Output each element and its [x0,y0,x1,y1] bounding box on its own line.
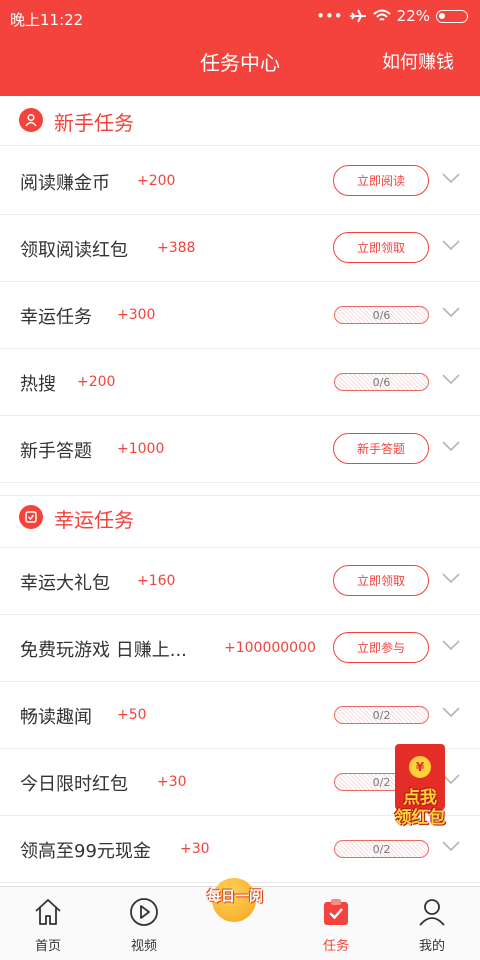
red-packet-label: 点我 领红包 [387,788,453,828]
task-progress: 0/2 [334,840,429,858]
tab-tasks[interactable]: 任务 [288,887,384,960]
task-row: 领取阅读红包 +388 立即领取 [0,215,480,282]
coin-icon: ¥ [409,756,431,778]
task-name: 热搜 [20,374,56,395]
status-icons: ••• 22% [316,7,468,25]
read-now-button[interactable]: 立即阅读 [333,165,429,196]
task-reward: +388 [157,240,196,256]
battery-percent: 22% [396,7,430,25]
task-reward: +160 [137,573,176,589]
task-progress: 0/6 [334,373,429,391]
chevron-down-icon[interactable] [442,373,460,385]
task-name: 领高至99元现金 [20,841,151,862]
airplane-icon [349,9,366,23]
task-row: 免费玩游戏 日赚上... +100000000 立即参与 [0,615,480,682]
task-row: 热搜 +200 0/6 [0,349,480,416]
task-icon [324,899,348,925]
profile-icon [419,899,445,926]
task-name: 阅读赚金币 [20,173,110,194]
task-row: 新手答题 +1000 新手答题 [0,416,480,483]
task-reward: +1000 [117,441,165,457]
task-name: 新手答题 [20,441,92,462]
how-to-earn-link[interactable]: 如何赚钱 [382,48,454,74]
shield-check-icon [19,505,43,529]
task-name: 今日限时红包 [20,774,128,795]
wifi-icon [372,9,391,21]
play-icon [130,898,158,926]
task-name: 免费玩游戏 日赚上... [20,640,187,661]
tab-label: 视频 [130,939,157,954]
task-row: 幸运任务 +300 0/6 [0,282,480,349]
claim-now-button[interactable]: 立即领取 [333,232,429,263]
chevron-down-icon[interactable] [442,639,460,651]
task-reward: +300 [117,307,156,323]
section-title: 幸运任务 [54,508,134,532]
task-name: 畅读趣闻 [20,707,92,728]
task-reward: +30 [157,774,187,790]
daily-read-badge[interactable]: 每日一阅 [200,872,270,922]
red-packet-float-button[interactable]: ¥ 点我 领红包 [387,744,453,830]
red-packet-line2: 领红包 [394,808,446,828]
chevron-down-icon[interactable] [442,239,460,251]
tab-video[interactable]: 视频 [96,887,192,960]
status-time: 晚上11:22 [10,11,84,29]
chevron-down-icon[interactable] [442,572,460,584]
task-row: 幸运大礼包 +160 立即领取 [0,548,480,615]
tab-home[interactable]: 首页 [0,887,96,960]
chevron-down-icon[interactable] [442,440,460,452]
section-newbie-tasks: 新手任务 [0,96,480,146]
task-name: 幸运任务 [20,307,92,328]
tab-label: 我的 [418,939,445,954]
chevron-down-icon[interactable] [442,706,460,718]
chevron-down-icon[interactable] [442,306,460,318]
claim-now-button[interactable]: 立即领取 [333,565,429,596]
task-row: 阅读赚金币 +200 立即阅读 [0,148,480,215]
task-reward: +50 [117,707,147,723]
section-title: 新手任务 [54,111,134,135]
top-bar: 晚上11:22 ••• 22% 任务中心 如何赚钱 [0,0,480,96]
daily-read-label: 每日一阅 [207,889,263,905]
tab-profile[interactable]: 我的 [384,887,480,960]
chevron-down-icon[interactable] [442,840,460,852]
task-progress: 0/2 [334,706,429,724]
status-bar: 晚上11:22 ••• 22% [0,0,480,36]
join-now-button[interactable]: 立即参与 [333,632,429,663]
task-reward: +100000000 [224,640,316,656]
section-lucky-tasks: 幸运任务 [0,495,480,548]
tab-label: 首页 [34,939,61,954]
chevron-down-icon[interactable] [442,172,460,184]
task-name: 幸运大礼包 [20,573,110,594]
red-packet-line1: 点我 [403,788,437,808]
home-icon [35,899,61,925]
task-name: 领取阅读红包 [20,240,128,261]
task-progress: 0/6 [334,306,429,324]
more-dots-icon: ••• [316,7,343,25]
newbie-quiz-button[interactable]: 新手答题 [333,433,429,464]
tab-label: 任务 [322,939,349,954]
user-icon [19,108,43,132]
task-row: 畅读趣闻 +50 0/2 [0,682,480,749]
task-reward: +30 [180,841,210,857]
task-reward: +200 [77,374,116,390]
battery-icon [436,9,468,23]
task-reward: +200 [137,173,176,189]
